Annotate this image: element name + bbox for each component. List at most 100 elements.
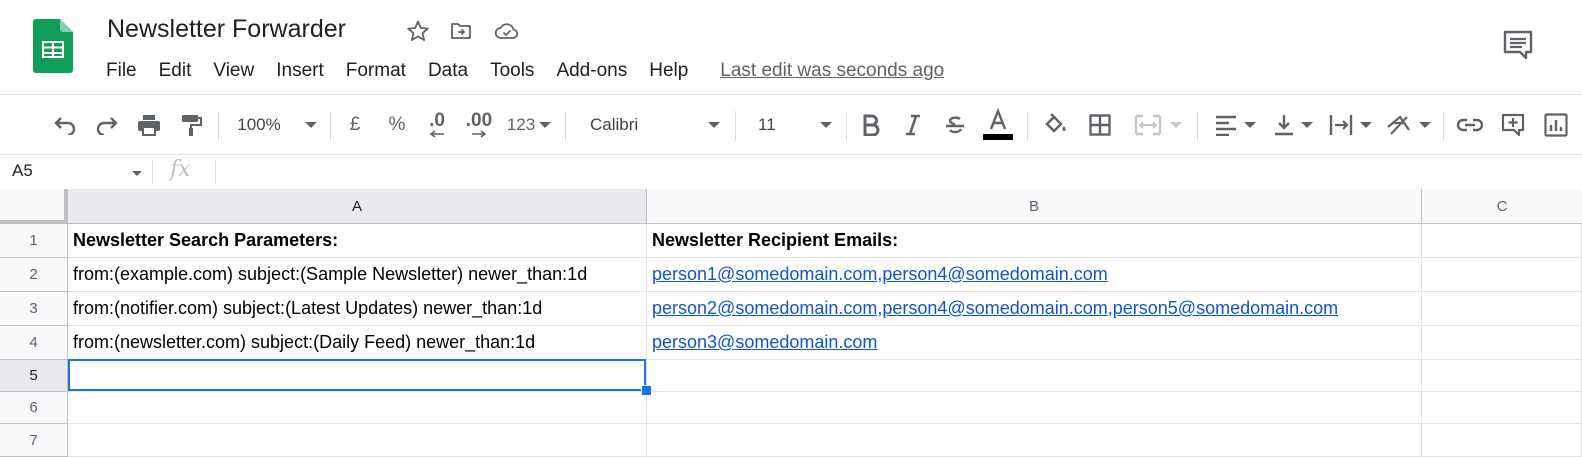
cell-a6[interactable] (68, 392, 647, 424)
menu-tools[interactable]: Tools (490, 60, 534, 82)
cell-b3[interactable]: person2@somedomain.com,person4@somedomai… (647, 292, 1422, 326)
insert-comment-icon[interactable] (1498, 95, 1528, 155)
cloud-saved-icon[interactable] (494, 18, 520, 44)
chevron-down-icon (1170, 122, 1182, 128)
row-header[interactable]: 6 (0, 392, 68, 424)
toolbar-divider (1443, 111, 1444, 141)
menu-help[interactable]: Help (649, 60, 688, 82)
chevron-down-icon (1301, 122, 1313, 128)
insert-chart-icon[interactable] (1541, 95, 1571, 155)
merge-cells-icon[interactable] (1128, 95, 1188, 155)
zoom-select[interactable]: 100% (232, 95, 322, 155)
move-to-folder-icon[interactable] (448, 18, 474, 44)
document-title[interactable]: Newsletter Forwarder (107, 15, 346, 44)
menu-insert[interactable]: Insert (276, 60, 324, 82)
column-header-b[interactable]: B (647, 189, 1422, 224)
chevron-down-icon (304, 122, 317, 128)
horizontal-align-icon[interactable] (1210, 95, 1260, 155)
chevron-down-icon[interactable] (132, 171, 142, 176)
cell-a3[interactable]: from:(notifier.com) subject:(Latest Upda… (68, 292, 647, 326)
row-header[interactable]: 7 (0, 424, 68, 457)
strikethrough-icon[interactable] (941, 95, 969, 155)
currency-format-button[interactable]: £ (343, 95, 367, 155)
toolbar: 100% £ % .0 .00 123 Calibri 11 (0, 94, 1582, 155)
insert-link-icon[interactable] (1455, 95, 1485, 155)
toolbar-divider (735, 111, 736, 141)
text-rotation-icon[interactable] (1383, 95, 1433, 155)
print-icon[interactable] (134, 95, 164, 155)
borders-icon[interactable] (1085, 95, 1115, 155)
formula-bar-divider (152, 160, 153, 184)
email-link[interactable]: person1@somedomain.com,person4@somedomai… (652, 264, 1108, 285)
fill-color-icon[interactable] (1040, 95, 1070, 155)
toolbar-divider (846, 111, 847, 141)
cell-b7[interactable] (647, 424, 1422, 457)
zoom-value: 100% (237, 115, 281, 134)
fill-handle[interactable] (641, 385, 652, 396)
email-link[interactable]: person2@somedomain.com,person4@somedomai… (652, 298, 1338, 319)
cell-b6[interactable] (647, 392, 1422, 424)
cell-a4[interactable]: from:(newsletter.com) subject:(Daily Fee… (68, 326, 647, 360)
menu-bar: File Edit View Insert Format Data Tools … (106, 59, 944, 83)
cell-b2[interactable]: person1@somedomain.com,person4@somedomai… (647, 258, 1422, 292)
cell-c4[interactable] (1422, 326, 1582, 360)
spreadsheet-grid: A B C 1 2 3 4 5 6 7 Newsletter Search Pa… (0, 189, 1582, 457)
text-wrapping-icon[interactable] (1325, 95, 1375, 155)
column-header-c[interactable]: C (1422, 189, 1582, 224)
cell-c6[interactable] (1422, 392, 1582, 424)
sheets-logo[interactable] (33, 19, 73, 73)
cell-c1[interactable] (1422, 224, 1582, 258)
select-all-corner[interactable] (0, 189, 68, 224)
formula-bar-divider (215, 160, 216, 184)
cell-c3[interactable] (1422, 292, 1582, 326)
name-box[interactable]: A5 (12, 161, 33, 181)
cell-a1[interactable]: Newsletter Search Parameters: (68, 224, 647, 258)
menu-format[interactable]: Format (346, 60, 406, 82)
menu-file[interactable]: File (106, 60, 137, 82)
cell-c5[interactable] (1422, 360, 1582, 392)
cell-a7[interactable] (68, 424, 647, 457)
star-icon[interactable] (405, 18, 431, 44)
bold-icon[interactable] (857, 95, 885, 155)
menu-view[interactable]: View (213, 60, 254, 82)
cell-c2[interactable] (1422, 258, 1582, 292)
font-size-select[interactable]: 11 (748, 95, 834, 155)
increase-decimal-button[interactable]: .00 (462, 95, 496, 155)
chevron-down-icon (1244, 122, 1256, 128)
italic-icon[interactable] (899, 95, 927, 155)
comments-icon[interactable] (1500, 27, 1536, 63)
row-header[interactable]: 3 (0, 292, 68, 326)
paint-format-icon[interactable] (176, 95, 206, 155)
chevron-down-icon (820, 122, 832, 128)
menu-edit[interactable]: Edit (159, 60, 192, 82)
decrease-decimal-label: .0 (429, 110, 445, 131)
more-formats-select[interactable]: 123 (504, 95, 554, 155)
cell-b5[interactable] (647, 360, 1422, 392)
text-color-icon[interactable] (981, 95, 1015, 155)
cell-a2[interactable]: from:(example.com) subject:(Sample Newsl… (68, 258, 647, 292)
row-header[interactable]: 2 (0, 258, 68, 292)
cell-c7[interactable] (1422, 424, 1582, 457)
undo-icon[interactable] (50, 95, 80, 155)
decrease-decimal-button[interactable]: .0 (422, 95, 452, 155)
row-header[interactable]: 4 (0, 326, 68, 360)
last-edit-link[interactable]: Last edit was seconds ago (720, 60, 944, 82)
row-header[interactable]: 5 (0, 360, 68, 392)
vertical-align-icon[interactable] (1268, 95, 1318, 155)
font-family-select[interactable]: Calibri (578, 95, 723, 155)
formula-input[interactable] (225, 161, 1565, 183)
cell-b4[interactable]: person3@somedomain.com (647, 326, 1422, 360)
email-link[interactable]: person3@somedomain.com (652, 332, 877, 353)
percent-format-button[interactable]: % (385, 95, 409, 155)
chevron-down-icon (539, 122, 552, 128)
toolbar-divider (218, 111, 219, 141)
row-header[interactable]: 1 (0, 224, 68, 258)
cell-b1[interactable]: Newsletter Recipient Emails: (647, 224, 1422, 258)
arrow-left-icon (429, 130, 444, 138)
currency-label: £ (349, 114, 361, 135)
redo-icon[interactable] (92, 95, 122, 155)
font-family-value: Calibri (590, 115, 639, 134)
menu-add-ons[interactable]: Add-ons (556, 60, 627, 82)
column-header-a[interactable]: A (68, 189, 647, 224)
menu-data[interactable]: Data (428, 60, 468, 82)
